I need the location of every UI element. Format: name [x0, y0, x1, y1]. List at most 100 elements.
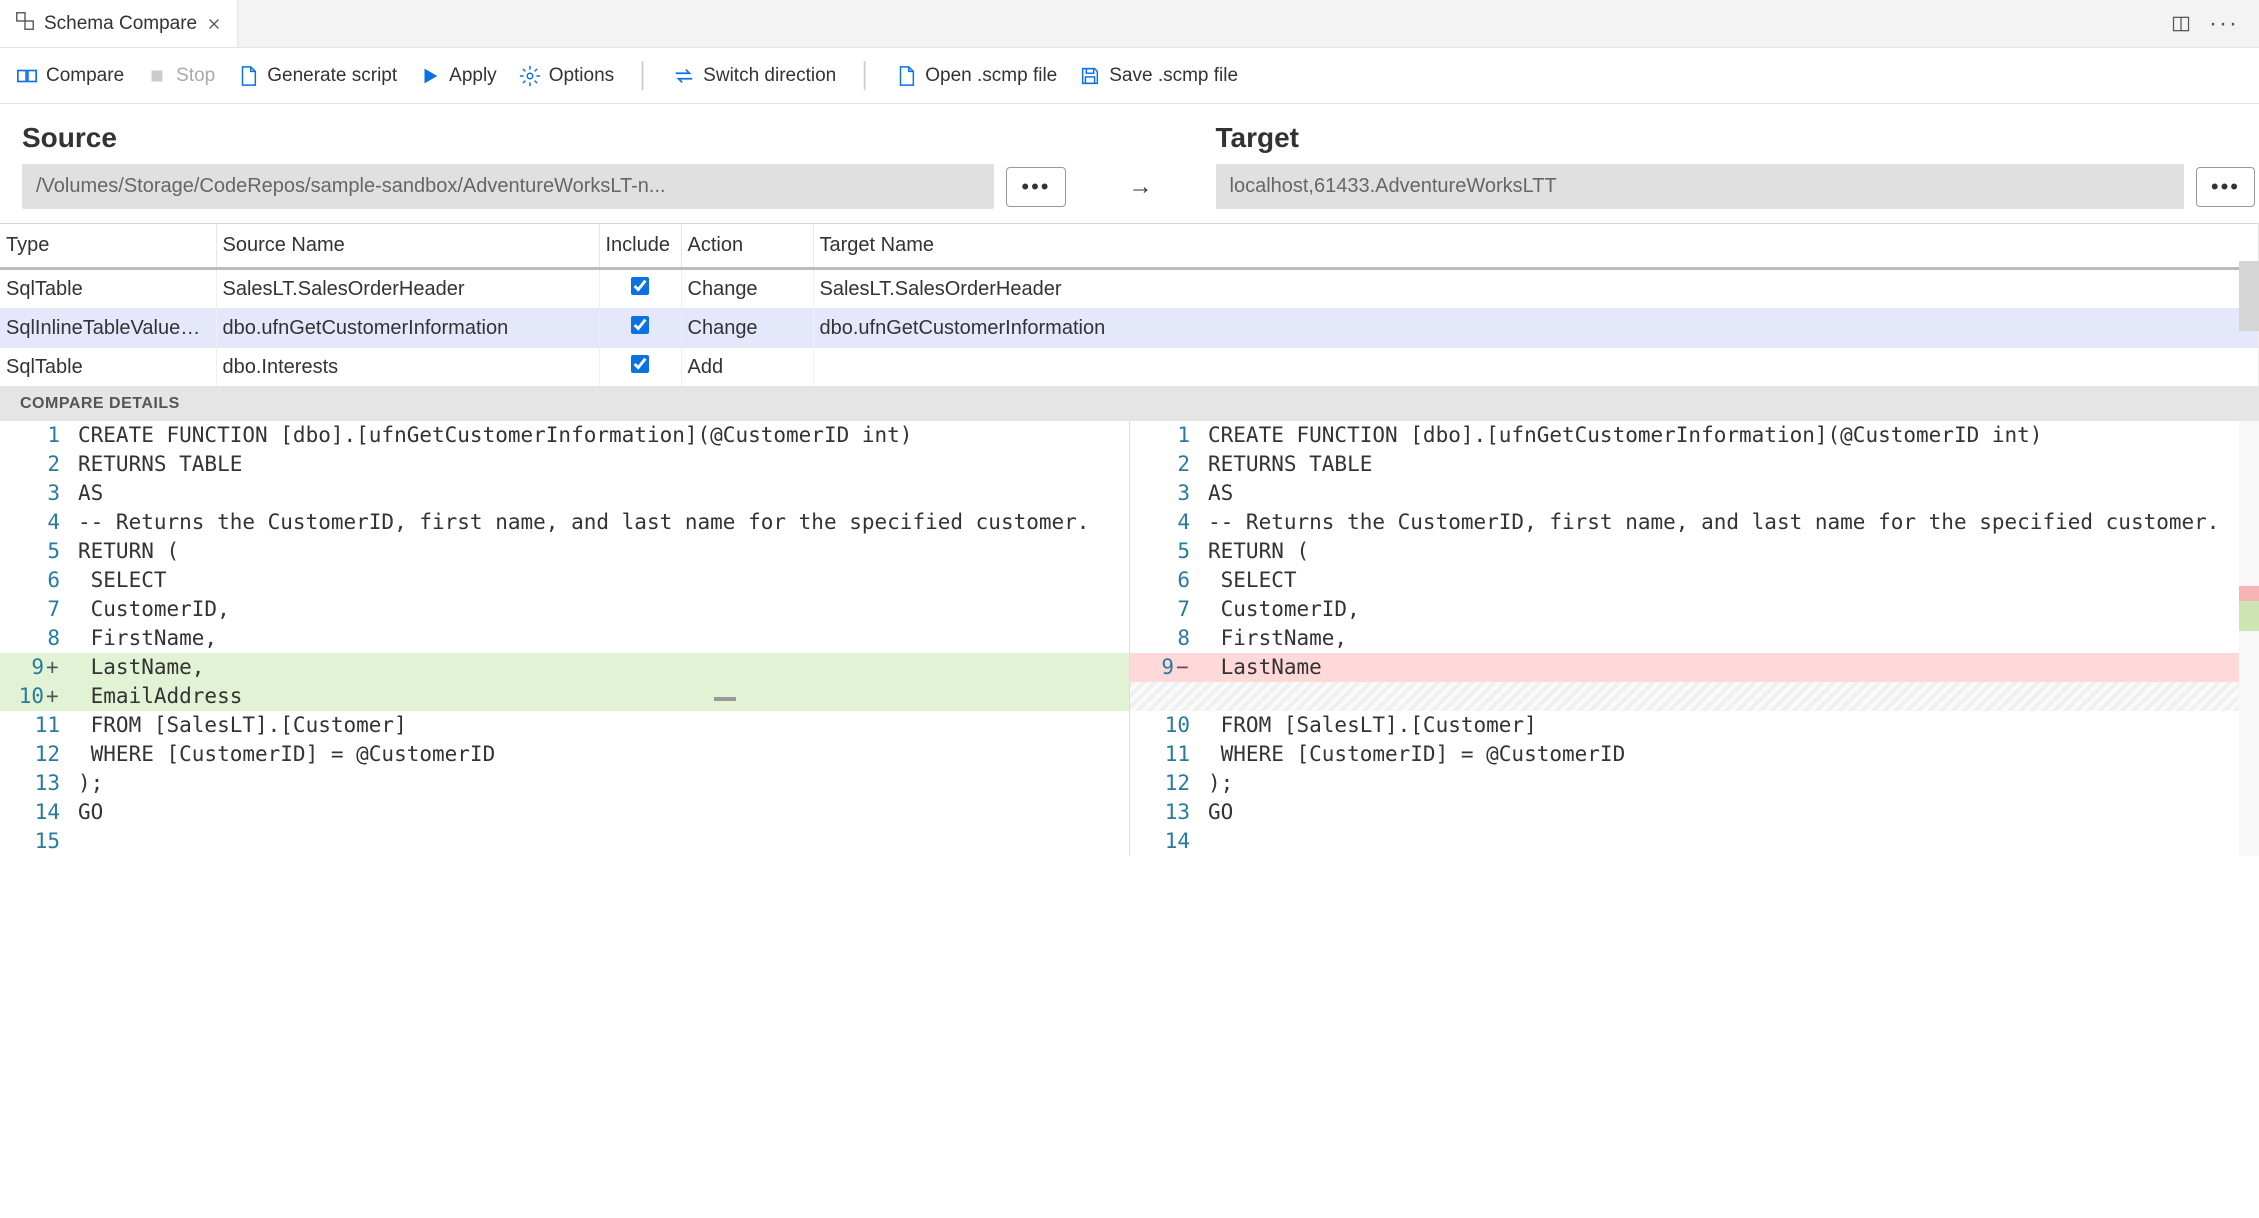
more-actions-button[interactable]: ···: [2209, 12, 2239, 36]
code-line: 5RETURN (: [0, 537, 1129, 566]
switch-direction-button[interactable]: Switch direction: [673, 65, 836, 87]
code-line: 14GO: [0, 798, 1129, 827]
code-diff-split: 1CREATE FUNCTION [dbo].[ufnGetCustomerIn…: [0, 421, 2259, 856]
code-line: 9 LastName: [1130, 653, 2258, 682]
source-browse-button[interactable]: •••: [1006, 167, 1065, 207]
diff-table: Type Source Name Include Action Target N…: [0, 223, 2259, 387]
split-editor-icon[interactable]: [2171, 14, 2191, 34]
col-target-name-header[interactable]: Target Name: [813, 224, 2259, 269]
line-content: RETURNS TABLE: [78, 450, 1129, 479]
line-number: 7: [1130, 595, 1208, 624]
source-code-pane[interactable]: 1CREATE FUNCTION [dbo].[ufnGetCustomerIn…: [0, 421, 1130, 856]
col-action-header[interactable]: Action: [681, 224, 813, 269]
code-line: 11 FROM [SalesLT].[Customer]: [0, 711, 1129, 740]
tab-schema-compare[interactable]: Schema Compare: [0, 0, 238, 47]
line-number: 12: [0, 740, 78, 769]
line-content: WHERE [CustomerID] = @CustomerID: [78, 740, 1129, 769]
table-row[interactable]: SqlTableSalesLT.SalesOrderHeaderChangeSa…: [0, 269, 2259, 309]
table-row[interactable]: SqlTabledbo.Interests Add: [0, 348, 2259, 387]
line-number: 3: [1130, 479, 1208, 508]
line-number: 10: [0, 682, 78, 711]
minimap[interactable]: [2239, 421, 2259, 856]
cell-source-name: dbo.ufnGetCustomerInformation: [216, 309, 599, 348]
include-checkbox[interactable]: [631, 316, 649, 334]
col-include-header[interactable]: Include: [599, 224, 681, 269]
code-line: 10 FROM [SalesLT].[Customer]: [1130, 711, 2258, 740]
source-target-row: Source /Volumes/Storage/CodeRepos/sample…: [0, 104, 2259, 223]
apply-label: Apply: [449, 65, 497, 87]
source-path-input[interactable]: /Volumes/Storage/CodeRepos/sample-sandbo…: [22, 164, 994, 209]
toolbar-separator: │: [636, 62, 651, 90]
line-number: 11: [0, 711, 78, 740]
tab-close-button[interactable]: [205, 15, 223, 33]
target-code-pane[interactable]: 1CREATE FUNCTION [dbo].[ufnGetCustomerIn…: [1130, 421, 2259, 856]
generate-label: Generate script: [267, 65, 397, 87]
col-source-name-header[interactable]: Source Name: [216, 224, 599, 269]
tab-title: Schema Compare: [44, 13, 197, 35]
cell-type: SqlTable: [0, 348, 216, 387]
open-scmp-button[interactable]: Open .scmp file: [895, 65, 1057, 87]
target-browse-button[interactable]: •••: [2196, 167, 2255, 207]
line-number: 4: [1130, 508, 1208, 537]
cell-target-name: [813, 348, 2259, 387]
open-label: Open .scmp file: [925, 65, 1057, 87]
line-content: [1208, 682, 2258, 711]
line-number: 14: [1130, 827, 1208, 856]
line-number: 9: [1130, 653, 1208, 682]
target-heading: Target: [1216, 122, 2259, 154]
code-line: 3AS: [0, 479, 1129, 508]
save-label: Save .scmp file: [1109, 65, 1238, 87]
cell-source-name: dbo.Interests: [216, 348, 599, 387]
cell-action: Change: [681, 269, 813, 309]
code-line: 7 CustomerID,: [0, 595, 1129, 624]
cell-include: [599, 348, 681, 387]
code-line: 5RETURN (: [1130, 537, 2258, 566]
code-line: 13);: [0, 769, 1129, 798]
line-content: CustomerID,: [78, 595, 1129, 624]
cell-action: Add: [681, 348, 813, 387]
code-line: 10 EmailAddress: [0, 682, 1129, 711]
code-line: [1130, 682, 2258, 711]
code-line: 6 SELECT: [0, 566, 1129, 595]
table-row[interactable]: SqlInlineTableValuedFu...dbo.ufnGetCusto…: [0, 309, 2259, 348]
apply-button[interactable]: Apply: [419, 65, 497, 87]
line-content: [1208, 827, 2258, 856]
line-number: 1: [1130, 421, 1208, 450]
line-content: SELECT: [78, 566, 1129, 595]
line-number: 12: [1130, 769, 1208, 798]
line-number: 15: [0, 827, 78, 856]
cell-type: SqlTable: [0, 269, 216, 309]
options-button[interactable]: Options: [519, 65, 614, 87]
include-checkbox[interactable]: [631, 277, 649, 295]
line-content: -- Returns the CustomerID, first name, a…: [1208, 508, 2258, 537]
compare-button[interactable]: Compare: [16, 65, 124, 87]
line-number: 10: [1130, 711, 1208, 740]
tab-bar: Schema Compare ···: [0, 0, 2259, 48]
line-content: AS: [1208, 479, 2258, 508]
line-content: AS: [78, 479, 1129, 508]
minimap-removed-marker: [2239, 586, 2259, 601]
toolbar-separator: │: [858, 62, 873, 90]
line-content: SELECT: [1208, 566, 2258, 595]
line-number: 3: [0, 479, 78, 508]
code-line: 1CREATE FUNCTION [dbo].[ufnGetCustomerIn…: [1130, 421, 2258, 450]
line-number: [1130, 682, 1208, 711]
col-type-header[interactable]: Type: [0, 224, 216, 269]
cell-type: SqlInlineTableValuedFu...: [0, 309, 216, 348]
include-checkbox[interactable]: [631, 355, 649, 373]
line-number: 8: [0, 624, 78, 653]
target-path-input[interactable]: localhost,61433.AdventureWorksLTT: [1216, 164, 2184, 209]
line-content: CREATE FUNCTION [dbo].[ufnGetCustomerInf…: [1208, 421, 2258, 450]
diff-table-container: Type Source Name Include Action Target N…: [0, 223, 2259, 387]
code-line: 1CREATE FUNCTION [dbo].[ufnGetCustomerIn…: [0, 421, 1129, 450]
generate-script-button[interactable]: Generate script: [237, 65, 397, 87]
code-line: 4-- Returns the CustomerID, first name, …: [1130, 508, 2258, 537]
stop-button: Stop: [146, 65, 215, 87]
line-content: GO: [1208, 798, 2258, 827]
compare-label: Compare: [46, 65, 124, 87]
save-scmp-button[interactable]: Save .scmp file: [1079, 65, 1238, 87]
code-line: 11 WHERE [CustomerID] = @CustomerID: [1130, 740, 2258, 769]
table-scrollbar[interactable]: [2239, 261, 2259, 331]
code-line: 8 FirstName,: [1130, 624, 2258, 653]
line-number: 2: [1130, 450, 1208, 479]
